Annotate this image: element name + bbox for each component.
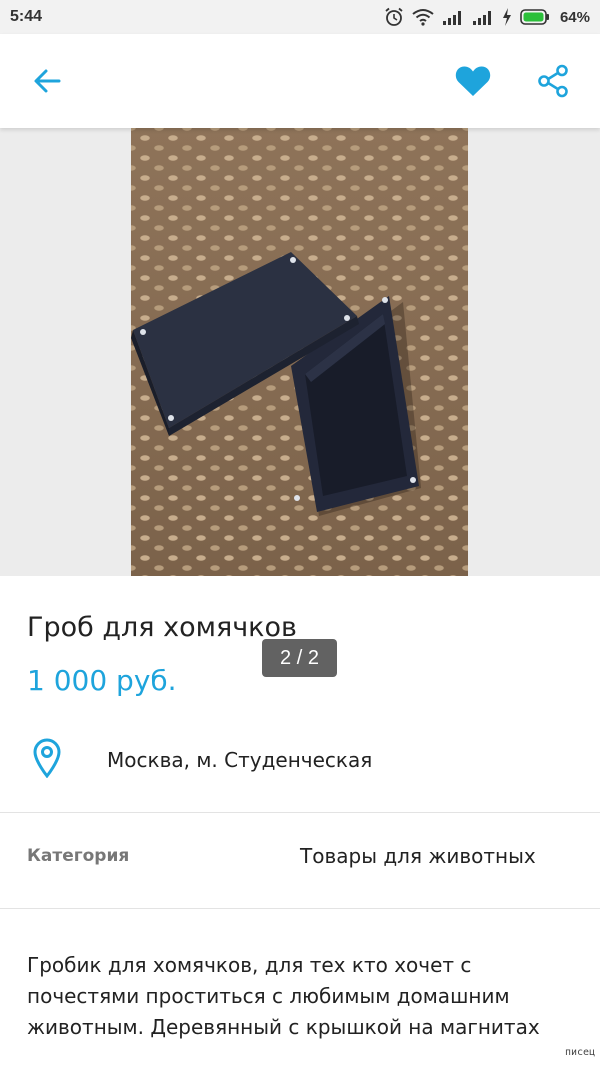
charging-icon [502, 8, 512, 26]
location-row[interactable]: Москва, м. Студенческая [0, 730, 600, 790]
location-pin-icon [33, 738, 61, 778]
listing-price: 1 000 руб. [27, 664, 177, 697]
signal-icon [442, 9, 464, 25]
signal-icon [472, 9, 494, 25]
listing-description: Гробик для хомячков, для тех кто хочет с… [27, 953, 540, 1039]
back-button[interactable] [25, 59, 69, 103]
watermark: писец [565, 1047, 596, 1058]
divider [0, 812, 600, 813]
alarm-icon [384, 7, 404, 27]
share-icon [538, 64, 568, 98]
divider [0, 908, 600, 909]
back-arrow-icon [34, 69, 61, 93]
battery-icon [520, 9, 550, 25]
status-time: 5:44 [10, 8, 43, 25]
status-icons: 64% [384, 7, 590, 27]
category-value: Товары для животных [300, 844, 536, 868]
share-button[interactable] [531, 59, 575, 103]
photo-counter: 2 / 2 [262, 639, 337, 677]
location-text: Москва, м. Студенческая [107, 748, 373, 772]
heart-icon [455, 66, 491, 96]
favorite-button[interactable] [451, 59, 495, 103]
photo-gallery[interactable]: 2 / 2 [0, 128, 600, 677]
wifi-icon [412, 8, 434, 26]
listing-photo[interactable] [131, 128, 468, 576]
listing-title: Гроб для хомячков [27, 612, 297, 643]
status-bar: 5:44 64% [0, 0, 600, 34]
battery-percent: 64% [559, 8, 590, 26]
app-bar [0, 34, 600, 128]
category-label: Категория [27, 846, 130, 866]
